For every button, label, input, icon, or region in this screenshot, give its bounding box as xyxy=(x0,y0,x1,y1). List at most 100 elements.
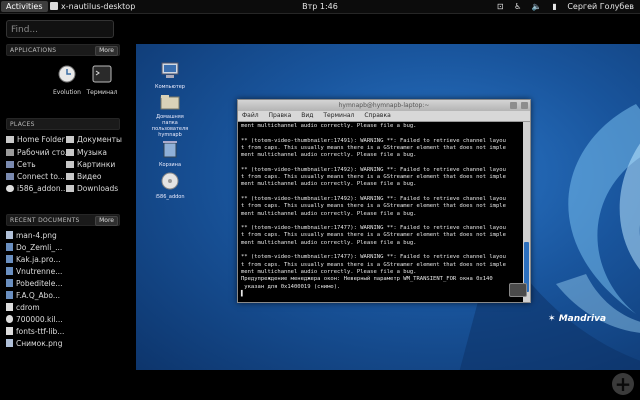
terminal-title: hymnapb@hymnapb-laptop:~ xyxy=(338,102,430,109)
place-downloads[interactable]: Downloads xyxy=(66,183,118,194)
desktop-icon-i586-addon[interactable]: i586_addon xyxy=(150,172,190,200)
recent-item[interactable]: Снимок.png xyxy=(6,338,62,349)
desktop-icon-computer[interactable]: Компьютер xyxy=(150,62,190,90)
terminal-line: ** (totem-video-thumbnailer:17492): WARN… xyxy=(241,166,506,173)
file-icon xyxy=(6,327,13,335)
window-thumbnail-overlay xyxy=(509,283,527,297)
accessibility-icon[interactable]: ♿ xyxy=(514,2,521,11)
recent-item[interactable]: Pobeditele... xyxy=(6,278,62,289)
video-file-icon xyxy=(6,279,13,287)
terminal-line: ment multichannel audio correctly. Pleas… xyxy=(241,268,417,275)
folder-icon xyxy=(6,149,14,156)
desktop-icon-home[interactable]: Домашняя папка пользователя hymnapb xyxy=(150,94,190,138)
recent-item-label: F.A.Q_Abo... xyxy=(16,291,61,300)
recent-item[interactable]: F.A.Q_Abo... xyxy=(6,290,60,301)
video-file-icon xyxy=(6,243,13,251)
minimize-button[interactable] xyxy=(510,102,518,109)
recent-item[interactable]: Do_Zemli_... xyxy=(6,242,62,253)
place-home-folder[interactable]: Home Folder xyxy=(6,134,65,145)
recent-item[interactable]: cdrom xyxy=(6,302,40,313)
terminal-titlebar[interactable]: hymnapb@hymnapb-laptop:~ xyxy=(238,100,530,111)
user-menu[interactable]: Сергей Голубев xyxy=(567,2,634,11)
places-title: PLACES xyxy=(10,121,35,128)
terminal-line: t from caps. This usually means there is… xyxy=(241,261,506,268)
terminal-window[interactable]: hymnapb@hymnapb-laptop:~ Файл Правка Вид… xyxy=(237,99,531,303)
video-file-icon xyxy=(6,291,13,299)
network-icon xyxy=(6,173,14,180)
terminal-line: ▌ xyxy=(241,290,245,297)
recent-item-label: Kak.ja.pro... xyxy=(16,255,61,264)
recent-item-label: Vnutrenne... xyxy=(16,267,63,276)
desktop-icon-label: Корзина xyxy=(158,162,182,168)
notification-icon[interactable]: ⊡ xyxy=(497,2,504,11)
terminal-icon xyxy=(92,65,112,83)
desktop-icon-label: i586_addon xyxy=(155,194,185,200)
recent-item-label: Do_Zemli_... xyxy=(16,243,63,252)
place-documents[interactable]: Документы xyxy=(66,134,122,145)
video-file-icon xyxy=(6,267,13,275)
disc-icon xyxy=(6,185,14,192)
terminal-scrollbar[interactable] xyxy=(523,122,530,302)
terminal-line: t from caps. This usually means there is… xyxy=(241,174,506,181)
desktop-icon-label: Компьютер xyxy=(155,84,185,90)
menu-help[interactable]: Справка xyxy=(364,112,390,119)
search-input[interactable]: Find... xyxy=(6,20,114,38)
terminal-line: ment multichannel audio correctly. Pleas… xyxy=(241,239,417,246)
place-music[interactable]: Музыка xyxy=(66,147,107,158)
place-i586-addon[interactable]: i586_addon... xyxy=(6,183,68,194)
folder-icon xyxy=(66,173,74,180)
place-videos[interactable]: Видео xyxy=(66,171,101,182)
folder-icon xyxy=(66,161,74,168)
terminal-output[interactable]: ment multichannel audio correctly. Pleas… xyxy=(238,122,522,302)
menu-view[interactable]: Вид xyxy=(301,112,313,119)
system-tray: ⊡ ♿ 🔈 ▮ Сергей Голубев xyxy=(489,0,634,13)
add-workspace-button[interactable]: + xyxy=(612,373,634,395)
places-header: PLACES xyxy=(6,118,120,130)
applications-title: APPLICATIONS xyxy=(10,47,57,54)
app-label: Evolution xyxy=(53,89,81,96)
image-file-icon xyxy=(6,339,13,347)
place-label: Сеть xyxy=(17,160,36,169)
recent-item[interactable]: Kak.ja.pro... xyxy=(6,254,60,265)
evolution-icon xyxy=(58,65,76,83)
network-icon[interactable]: ▮ xyxy=(552,2,556,11)
recent-item-label: man-4.png xyxy=(16,231,57,240)
applications-more-button[interactable]: More xyxy=(95,46,118,56)
terminal-line: ment multichannel audio correctly. Pleas… xyxy=(241,123,417,129)
menu-edit[interactable]: Правка xyxy=(269,112,292,119)
app-evolution[interactable]: Evolution xyxy=(50,64,84,98)
place-connect-server[interactable]: Connect to... xyxy=(6,171,65,182)
app-label: Терминал xyxy=(86,89,118,96)
terminal-line: Предупреждение менеджера окон: Неверный … xyxy=(241,276,493,283)
window-controls xyxy=(508,102,528,113)
menu-terminal[interactable]: Терминал xyxy=(323,112,354,119)
recent-item[interactable]: Vnutrenne... xyxy=(6,266,62,277)
overview-sidebar: Find... APPLICATIONS More Evolution Терм… xyxy=(0,14,122,400)
desktop-icon-trash[interactable]: Корзина xyxy=(150,140,190,168)
recent-item-label: cdrom xyxy=(16,303,40,312)
place-desktop[interactable]: Рабочий стол xyxy=(6,147,70,158)
place-pictures[interactable]: Картинки xyxy=(66,159,115,170)
recent-item-label: fonts-ttf-lib... xyxy=(16,327,65,336)
applications-header: APPLICATIONS More xyxy=(6,44,120,56)
terminal-menubar: Файл Правка Вид Терминал Справка xyxy=(238,111,530,122)
network-icon xyxy=(6,161,14,168)
disc-image-icon xyxy=(6,315,13,323)
close-button[interactable] xyxy=(521,102,528,109)
app-terminal[interactable]: Терминал xyxy=(85,64,119,98)
disc-icon xyxy=(161,172,179,190)
recent-documents-header: RECENT DOCUMENTS More xyxy=(6,214,120,226)
place-label: Документы xyxy=(77,135,122,144)
recent-item[interactable]: fonts-ttf-lib... xyxy=(6,326,64,337)
terminal-line: ment multichannel audio correctly. Pleas… xyxy=(241,181,417,188)
recent-item[interactable]: man-4.png xyxy=(6,230,57,241)
trash-icon xyxy=(163,141,177,158)
place-network[interactable]: Сеть xyxy=(6,159,36,170)
volume-icon[interactable]: 🔈 xyxy=(532,2,542,11)
recent-more-button[interactable]: More xyxy=(95,216,118,226)
desktop-icon-label: Домашняя папка пользователя hymnapb xyxy=(151,114,189,138)
menu-file[interactable]: Файл xyxy=(242,112,259,119)
recent-item[interactable]: 700000.kil... xyxy=(6,314,63,325)
